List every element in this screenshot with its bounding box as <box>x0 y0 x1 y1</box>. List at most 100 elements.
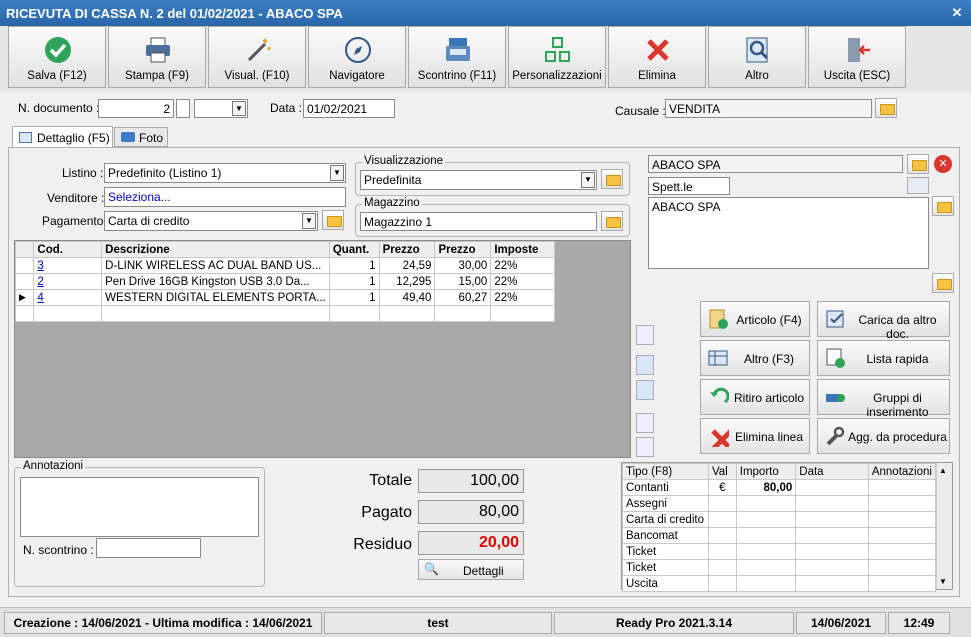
details-button[interactable]: 🔍 Dettagli <box>418 559 524 580</box>
move-up-icon[interactable] <box>636 355 654 375</box>
customer-folder-icon[interactable] <box>907 154 929 174</box>
load-from-doc-button[interactable]: Carica da altro doc. <box>817 301 950 341</box>
doc-suffix-input[interactable] <box>176 99 190 118</box>
extra-folder-icon[interactable] <box>932 273 954 293</box>
customer-address-textarea[interactable]: ABACO SPA <box>648 197 929 269</box>
col-notes[interactable]: Annotazioni <box>867 463 937 480</box>
payment-amount[interactable] <box>735 575 797 592</box>
payment-row[interactable]: Ticket <box>622 559 937 576</box>
col-amount[interactable]: Importo <box>735 463 797 480</box>
payment-currency[interactable] <box>707 511 737 528</box>
delete-button[interactable]: Elimina <box>608 26 706 88</box>
person-icon[interactable] <box>907 177 929 194</box>
customer-name-input[interactable]: ABACO SPA <box>648 155 903 173</box>
payment-row[interactable]: Ticket <box>622 543 937 560</box>
table-row-empty[interactable] <box>14 305 555 322</box>
delete-line-button[interactable]: Elimina linea <box>700 418 810 454</box>
payment-currency[interactable]: € <box>707 479 737 496</box>
col-date[interactable]: Data <box>795 463 869 480</box>
scroll-up-icon[interactable]: ▲ <box>939 466 947 475</box>
article-code-link[interactable]: 2 <box>37 276 43 288</box>
article-price-vat[interactable]: 60,27 <box>434 289 492 306</box>
payment-currency[interactable] <box>707 575 737 592</box>
payment-amount[interactable] <box>735 543 797 560</box>
pagamento-select[interactable]: Carta di credito ▼ <box>104 211 318 231</box>
copy-line-icon[interactable] <box>636 413 654 433</box>
article-tax[interactable]: 22% <box>490 273 555 290</box>
col-val[interactable]: Val <box>707 463 737 480</box>
address-folder-icon[interactable] <box>932 196 954 216</box>
return-article-button[interactable]: Ritiro articolo <box>700 379 810 415</box>
pagamento-folder-icon[interactable] <box>322 210 344 230</box>
save-button[interactable]: Salva (F12) <box>8 26 106 88</box>
visual-button[interactable]: Visual. (F10) <box>208 26 306 88</box>
search-line-icon[interactable] <box>636 325 654 345</box>
article-code-link[interactable]: 4 <box>37 292 43 304</box>
payment-date[interactable] <box>795 527 869 544</box>
payment-amount[interactable]: 80,00 <box>735 479 797 496</box>
magazzino-folder-icon[interactable] <box>601 211 623 231</box>
article-code-link[interactable]: 3 <box>37 260 43 272</box>
close-window-button[interactable]: ✕ <box>949 5 965 21</box>
payment-row[interactable]: Assegni <box>622 495 937 512</box>
visualizzazione-select[interactable]: Predefinita ▼ <box>360 170 597 190</box>
move-down-icon[interactable] <box>636 380 654 400</box>
payment-row[interactable]: Contanti €80,00 <box>622 479 937 496</box>
col-price-vat[interactable]: Prezzo <box>434 241 492 258</box>
add-article-button[interactable]: Articolo (F4) <box>700 301 810 337</box>
causale-input[interactable]: VENDITA <box>665 99 872 118</box>
payment-date[interactable] <box>795 479 869 496</box>
salutation-input[interactable]: Spett.le <box>648 177 730 195</box>
other-action-button[interactable]: Altro (F3) <box>700 340 810 376</box>
article-price[interactable]: 24,59 <box>378 257 436 274</box>
payment-currency[interactable] <box>707 543 737 560</box>
venditore-input[interactable]: Seleziona... <box>104 187 346 207</box>
payment-currency[interactable] <box>707 559 737 576</box>
table-row[interactable]: ▶ 4 WESTERN DIGITAL ELEMENTS PORTA... 1 49,4… <box>14 289 555 306</box>
payment-amount[interactable] <box>735 511 797 528</box>
payment-date[interactable] <box>795 543 869 560</box>
col-qty[interactable]: Quant. <box>328 241 380 258</box>
payment-notes[interactable] <box>867 495 937 512</box>
tab-dettaglio[interactable]: Dettaglio (F5) <box>12 126 113 148</box>
payment-notes[interactable] <box>867 575 937 592</box>
col-price[interactable]: Prezzo <box>378 241 436 258</box>
payment-row[interactable]: Carta di credito <box>622 511 937 528</box>
payment-notes[interactable] <box>867 559 937 576</box>
payments-scrollbar[interactable]: ▲ ▼ <box>936 463 952 589</box>
payment-amount[interactable] <box>735 527 797 544</box>
magazzino-input[interactable]: Magazzino 1 <box>360 212 597 231</box>
payment-date[interactable] <box>795 511 869 528</box>
col-tax[interactable]: Imposte <box>490 241 555 258</box>
notes-textarea[interactable] <box>20 477 259 537</box>
insert-groups-button[interactable]: Gruppi di inserimento <box>817 379 950 419</box>
payment-currency[interactable] <box>707 527 737 544</box>
col-type[interactable]: Tipo (F8) <box>622 463 709 480</box>
other-button[interactable]: Altro <box>708 26 806 88</box>
customize-button[interactable]: Personalizzazioni <box>508 26 606 88</box>
payment-row[interactable]: Uscita <box>622 575 937 592</box>
payment-notes[interactable] <box>867 527 937 544</box>
exit-button[interactable]: Uscita (ESC) <box>808 26 906 88</box>
add-by-procedure-button[interactable]: Agg. da procedura <box>817 418 950 454</box>
article-qty[interactable]: 1 <box>328 257 380 274</box>
article-tax[interactable]: 22% <box>490 257 555 274</box>
article-price[interactable]: 12,295 <box>378 273 436 290</box>
article-qty[interactable]: 1 <box>328 289 380 306</box>
causale-folder-icon[interactable] <box>875 98 897 118</box>
tab-foto[interactable]: Foto <box>114 127 168 147</box>
scroll-down-icon[interactable]: ▼ <box>939 577 947 586</box>
payment-date[interactable] <box>795 559 869 576</box>
article-price[interactable]: 49,40 <box>378 289 436 306</box>
listino-select[interactable]: Predefinito (Listino 1) ▼ <box>104 163 346 183</box>
payment-currency[interactable] <box>707 495 737 512</box>
quick-list-button[interactable]: Lista rapida <box>817 340 950 376</box>
payment-date[interactable] <box>795 575 869 592</box>
col-code[interactable]: Cod. <box>33 241 103 258</box>
article-price-vat[interactable]: 15,00 <box>434 273 492 290</box>
doc-number-input[interactable]: 2 <box>98 99 174 118</box>
table-row[interactable]: 2 Pen Drive 16GB Kingston USB 3.0 Da... 1 1… <box>14 273 555 290</box>
payment-amount[interactable] <box>735 495 797 512</box>
article-price-vat[interactable]: 30,00 <box>434 257 492 274</box>
col-description[interactable]: Descrizione <box>101 241 330 258</box>
